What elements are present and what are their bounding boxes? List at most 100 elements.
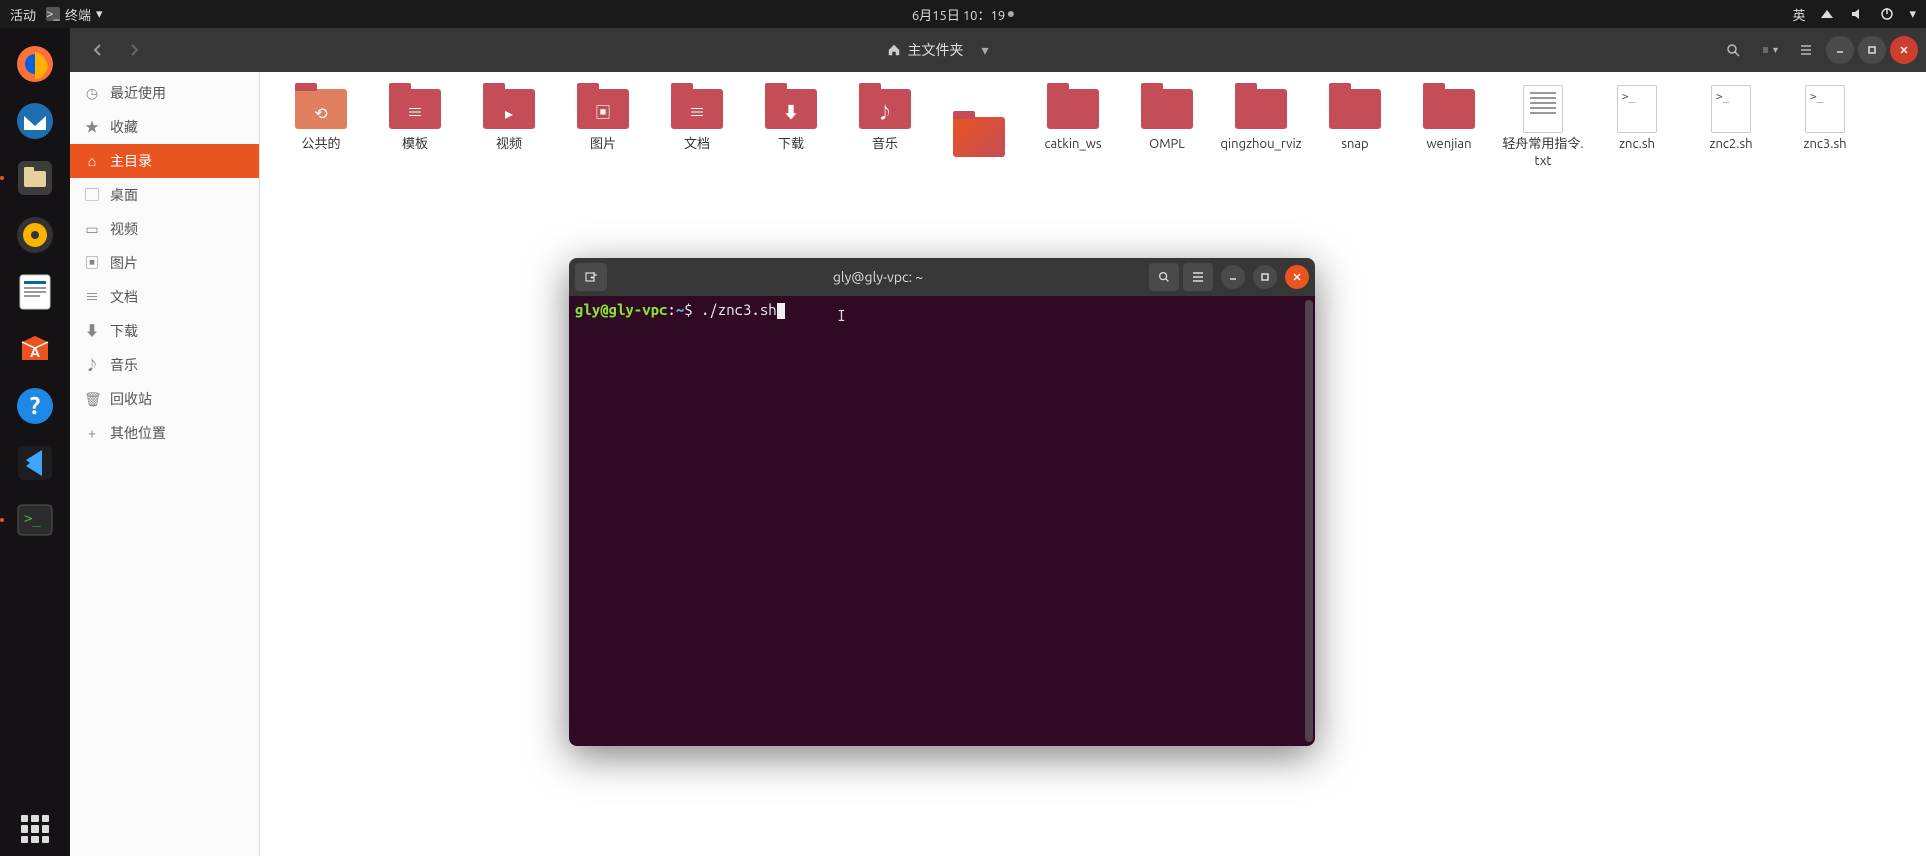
- forward-button[interactable]: [118, 35, 150, 65]
- file-item[interactable]: 桌面: [934, 82, 1024, 174]
- file-item[interactable]: snap: [1310, 82, 1400, 174]
- file-item[interactable]: ⬇下载: [746, 82, 836, 174]
- sidebar-item-trash[interactable]: 🗑回收站: [70, 382, 259, 416]
- dock-item-vscode[interactable]: [8, 436, 62, 490]
- search-icon: [1157, 270, 1171, 284]
- file-item[interactable]: >_znc.sh: [1592, 82, 1682, 174]
- folder-icon: ▸: [481, 86, 537, 132]
- clock-menu[interactable]: 6月15日 10：19: [912, 5, 1014, 24]
- terminal-minimize-button[interactable]: [1221, 265, 1245, 289]
- file-label: 模板: [402, 136, 428, 153]
- download-icon: ⬇: [84, 321, 100, 341]
- file-item[interactable]: ▸视频: [464, 82, 554, 174]
- show-applications-button[interactable]: [8, 802, 62, 856]
- sidebar-item-home[interactable]: ⌂ 主目录: [70, 144, 259, 178]
- terminal-scrollbar[interactable]: [1305, 300, 1313, 742]
- video-icon: ▭: [84, 221, 100, 238]
- terminal-content[interactable]: gly@gly-vpc:~$ ./znc3.sh I: [569, 296, 1315, 746]
- back-button[interactable]: [82, 35, 114, 65]
- desktop-icon: ▢: [84, 185, 100, 205]
- sidebar-item-label: 收藏: [110, 117, 138, 137]
- sidebar-item-desktop[interactable]: ▢ 桌面: [70, 178, 259, 212]
- prompt-path: ~: [676, 301, 684, 318]
- home-icon: ⌂: [84, 153, 100, 169]
- sidebar-item-image[interactable]: ▣图片: [70, 246, 259, 280]
- text-file-icon: [1515, 86, 1571, 132]
- system-status-area[interactable]: 英 ▾: [1792, 5, 1916, 24]
- file-item[interactable]: ⟲公共的: [276, 82, 366, 174]
- view-mode-button[interactable]: ▾: [1754, 35, 1786, 65]
- active-app-menu[interactable]: >_ 终端 ▾: [46, 5, 103, 24]
- volume-icon: [1849, 6, 1865, 22]
- dock-item-firefox[interactable]: [8, 37, 62, 91]
- star-icon: ★: [84, 117, 100, 137]
- new-tab-button[interactable]: [575, 263, 607, 291]
- file-item[interactable]: ≡ 模板: [370, 82, 460, 174]
- folder-icon: ♪: [857, 86, 913, 132]
- path-dropdown-icon[interactable]: ▾: [981, 42, 988, 59]
- input-method-indicator[interactable]: 英: [1792, 5, 1805, 24]
- dock-item-help[interactable]: ?: [8, 379, 62, 433]
- file-label: znc3.sh: [1803, 136, 1846, 153]
- dock-item-software[interactable]: A: [8, 322, 62, 376]
- plus-icon: +: [84, 425, 100, 441]
- sidebar-item-label: 主目录: [110, 151, 152, 171]
- terminal-cursor: [777, 303, 785, 319]
- sidebar-item-video[interactable]: ▭视频: [70, 212, 259, 246]
- file-item[interactable]: catkin_ws: [1028, 82, 1118, 174]
- dock-item-rhythmbox[interactable]: [8, 208, 62, 262]
- sidebar-item-label: 最近使用: [110, 83, 166, 103]
- path-bar[interactable]: 主文件夹: [877, 36, 973, 64]
- dock-item-terminal[interactable]: >_: [8, 493, 62, 547]
- gnome-topbar: 活动 >_ 终端 ▾ 6月15日 10：19 英 ▾: [0, 0, 1926, 28]
- file-item[interactable]: >_znc2.sh: [1686, 82, 1776, 174]
- search-button[interactable]: [1716, 35, 1750, 65]
- folder-icon: ≡: [387, 86, 443, 132]
- activities-button[interactable]: 活动: [10, 5, 36, 24]
- sidebar-item-clock[interactable]: ◷最近使用: [70, 76, 259, 110]
- file-item[interactable]: ▣图片: [558, 82, 648, 174]
- folder-icon: [1045, 86, 1101, 132]
- file-item[interactable]: wenjian: [1404, 82, 1494, 174]
- maximize-button[interactable]: [1858, 36, 1886, 64]
- file-label: znc2.sh: [1709, 136, 1752, 153]
- sidebar-item-plus[interactable]: + 其他位置: [70, 416, 259, 450]
- sidebar-item-music[interactable]: ♪音乐: [70, 348, 259, 382]
- file-label: 图片: [590, 136, 616, 153]
- dock-item-libreoffice-writer[interactable]: [8, 265, 62, 319]
- terminal-prompt-line: gly@gly-vpc:~$ ./znc3.sh: [575, 300, 1309, 320]
- sidebar-item-label: 下载: [110, 321, 138, 341]
- sidebar-item-label: 桌面: [110, 185, 138, 205]
- files-headerbar: 主文件夹 ▾ ▾: [70, 28, 1926, 72]
- terminal-search-button[interactable]: [1149, 263, 1179, 291]
- network-icon: [1819, 6, 1835, 22]
- prompt-user: gly@gly-vpc: [575, 301, 667, 318]
- file-label: snap: [1341, 136, 1368, 153]
- command-text: ./znc3.sh: [701, 301, 777, 318]
- file-item[interactable]: 轻舟常用指令.txt: [1498, 82, 1588, 174]
- file-item[interactable]: >_znc3.sh: [1780, 82, 1870, 174]
- terminal-close-button[interactable]: [1285, 265, 1309, 289]
- sidebar-item-label: 音乐: [110, 355, 138, 375]
- terminal-maximize-button[interactable]: [1253, 265, 1277, 289]
- hamburger-icon: [1191, 270, 1205, 284]
- folder-icon: ⟲: [293, 86, 349, 132]
- file-label: wenjian: [1426, 136, 1471, 153]
- close-button[interactable]: [1890, 36, 1918, 64]
- terminal-menu-button[interactable]: [1183, 263, 1213, 291]
- sidebar-item-download[interactable]: ⬇ 下载: [70, 314, 259, 348]
- file-item[interactable]: OMPL: [1122, 82, 1212, 174]
- desktop: A? >_ 主文件夹 ▾: [0, 28, 1926, 856]
- sidebar-item-doc[interactable]: ≡文档: [70, 280, 259, 314]
- sidebar-item-label: 其他位置: [110, 423, 166, 443]
- file-item[interactable]: ≡文档: [652, 82, 742, 174]
- dock-item-files[interactable]: [8, 151, 62, 205]
- dock-item-thunderbird[interactable]: [8, 94, 62, 148]
- sidebar-item-star[interactable]: ★ 收藏: [70, 110, 259, 144]
- firefox-icon: [12, 41, 58, 87]
- hamburger-menu-button[interactable]: [1790, 35, 1822, 65]
- minimize-button[interactable]: [1826, 36, 1854, 64]
- file-item[interactable]: qingzhou_rviz: [1216, 82, 1306, 174]
- file-item[interactable]: ♪音乐: [840, 82, 930, 174]
- files-icon: [12, 155, 58, 201]
